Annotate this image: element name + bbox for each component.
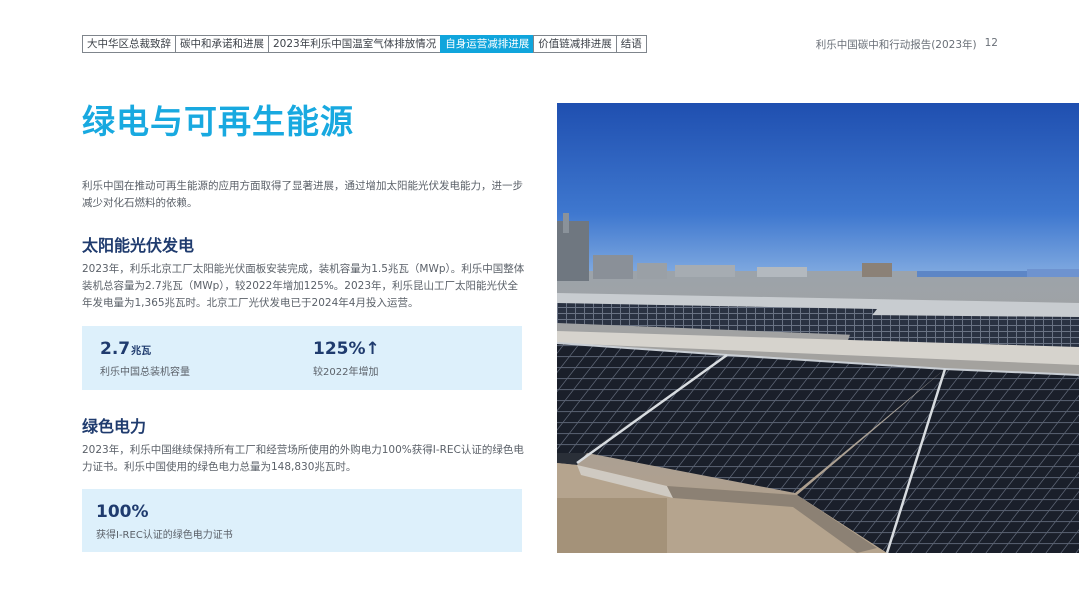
section-nav: 大中华区总裁致辞 碳中和承诺和进展 2023年利乐中国温室气体排放情况 自身运营… <box>82 35 647 53</box>
increase-stat: 125%↑ 较2022年增加 <box>313 339 380 378</box>
irec-stat: 100% 获得I-REC认证的绿色电力证书 <box>96 502 233 541</box>
green-power-heading: 绿色电力 <box>82 417 147 436</box>
nav-tab-ghg-emissions[interactable]: 2023年利乐中国温室气体排放情况 <box>268 35 442 53</box>
irec-value: 100% <box>96 502 149 522</box>
green-power-paragraph: 2023年，利乐中国继续保持所有工厂和经营场所使用的外购电力100%获得I-RE… <box>82 444 524 473</box>
capacity-stat: 2.7兆瓦 利乐中国总装机容量 <box>100 339 190 378</box>
report-title: 利乐中国碳中和行动报告(2023年) <box>815 39 977 51</box>
nav-tab-president-message[interactable]: 大中华区总裁致辞 <box>82 35 176 53</box>
solar-stats-box: 2.7兆瓦 利乐中国总装机容量 125%↑ 较2022年增加 <box>82 326 522 390</box>
irec-label: 获得I-REC认证的绿色电力证书 <box>96 530 233 541</box>
nav-tab-carbon-commitment[interactable]: 碳中和承诺和进展 <box>175 35 269 53</box>
solar-heading: 太阳能光伏发电 <box>82 236 195 255</box>
capacity-value-line: 2.7兆瓦 <box>100 339 190 359</box>
page-title: 绿电与可再生能源 <box>82 102 354 141</box>
page-number: 12 <box>984 37 998 49</box>
green-stats-box: 100% 获得I-REC认证的绿色电力证书 <box>82 489 522 552</box>
capacity-unit: 兆瓦 <box>131 346 152 357</box>
report-header: 利乐中国碳中和行动报告(2023年) 12 <box>816 37 998 52</box>
increase-value: 125%↑ <box>313 339 380 359</box>
solar-panels-photo <box>557 103 1079 553</box>
nav-tab-operations-reduction[interactable]: 自身运营减排进展 <box>440 35 535 53</box>
intro-paragraph: 利乐中国在推动可再生能源的应用方面取得了显著进展，通过增加太阳能光伏发电能力，进… <box>82 180 523 209</box>
nav-tab-conclusion[interactable]: 结语 <box>615 35 647 53</box>
increase-label: 较2022年增加 <box>313 367 379 378</box>
solar-paragraph: 2023年，利乐北京工厂太阳能光伏面板安装完成，装机容量为1.5兆瓦（MWp）。… <box>82 263 525 309</box>
capacity-label: 利乐中国总装机容量 <box>100 367 190 378</box>
capacity-value: 2.7 <box>100 339 131 359</box>
nav-tab-value-chain[interactable]: 价值链减排进展 <box>533 35 617 53</box>
